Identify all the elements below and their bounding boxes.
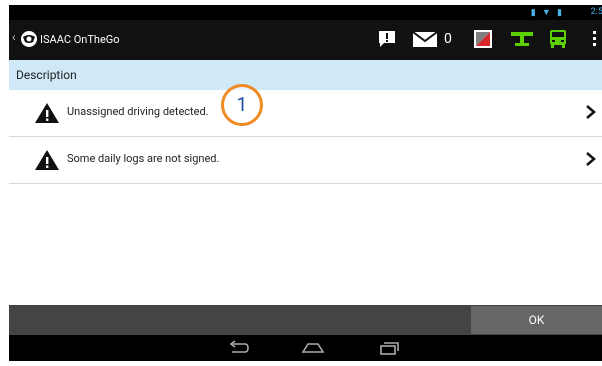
mail-icon[interactable] xyxy=(413,30,437,48)
mail-count: 0 xyxy=(444,31,452,47)
truck-icon[interactable] xyxy=(549,30,567,48)
android-nav-bar xyxy=(9,335,602,361)
action-bar: ‹ ISAAC OnTheGo 0 xyxy=(9,20,602,60)
nav-back-icon[interactable] xyxy=(227,339,251,357)
app-title: ISAAC OnTheGo xyxy=(40,33,120,46)
isaac-logo-icon[interactable] xyxy=(18,29,40,49)
status-clock: 2:50 xyxy=(590,7,602,17)
alert-message: Unassigned driving detected. xyxy=(67,105,209,118)
status-bar: ▮ ▼ ▮ 2:50 xyxy=(9,5,602,20)
status-icons: ▮ ▼ ▮ xyxy=(530,8,564,18)
back-chevron-icon[interactable]: ‹ xyxy=(12,30,16,44)
alert-row-unassigned-driving[interactable]: Unassigned driving detected. xyxy=(9,90,602,137)
ok-button[interactable]: OK xyxy=(471,306,602,334)
alert-message: Some daily logs are not signed. xyxy=(67,152,220,165)
warning-icon xyxy=(35,150,59,170)
warning-icon xyxy=(35,103,59,123)
alert-row-unsigned-logs[interactable]: Some daily logs are not signed. xyxy=(9,137,602,184)
overflow-menu-icon[interactable] xyxy=(593,31,597,49)
nav-recents-icon[interactable] xyxy=(376,339,400,357)
device-screen: ▮ ▼ ▮ 2:50 ‹ ISAAC OnTheGo 0 xyxy=(9,5,602,361)
duty-status-icon[interactable] xyxy=(474,30,492,48)
annotation-callout: 1 xyxy=(221,84,263,126)
tractor-unit-icon[interactable] xyxy=(511,30,533,48)
chevron-right-icon xyxy=(586,152,596,166)
list-header: Description xyxy=(9,60,602,90)
chevron-right-icon xyxy=(586,105,596,119)
message-alert-icon[interactable] xyxy=(378,30,396,48)
nav-home-icon[interactable] xyxy=(301,339,325,357)
